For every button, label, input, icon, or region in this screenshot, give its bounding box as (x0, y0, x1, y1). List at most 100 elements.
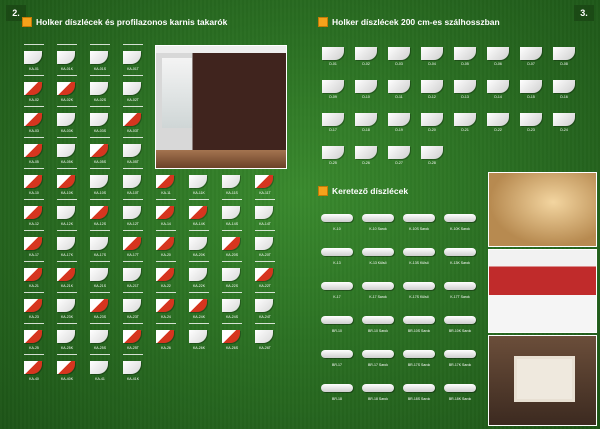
frame-profile-tile: K-17 (318, 278, 356, 299)
profile-code: KA-23T (127, 315, 139, 319)
profile-tile: KA-25K (55, 323, 79, 350)
long-profile-tile: D-21 (450, 112, 480, 132)
profile-code: KA-21K (60, 284, 74, 288)
frame-profile-tile: BR-17 (318, 346, 356, 367)
profile-tile: KA-01S (88, 44, 112, 71)
profile-tile: KA-21 (22, 261, 46, 288)
profile-tile: KA-17T (121, 230, 145, 257)
long-profile-tile: D-01 (318, 46, 348, 66)
profile-code: KA-24K (192, 315, 206, 319)
profile-code: D-14 (494, 95, 502, 99)
profile-tile: KA-25S (88, 323, 112, 350)
frame-profile-tile: K-17T Sarok (441, 278, 479, 299)
frame-profile-tile: K-13 Külső (359, 244, 397, 265)
profile-code: KA-25T (127, 346, 139, 350)
long-profile-tile: D-14 (483, 79, 513, 99)
long-profile-tile: D-24 (549, 112, 579, 132)
profile-tile: KA-12S (88, 199, 112, 226)
profile-code: D-05 (461, 62, 469, 66)
room-photo-ceiling (488, 172, 597, 247)
profile-tile: KA-05 (22, 137, 46, 164)
profile-tile: KA-24S (220, 292, 244, 319)
bullet-icon (318, 17, 328, 27)
profile-code: KA-21T (127, 284, 139, 288)
profile-code: D-13 (461, 95, 469, 99)
profile-code: KA-22S (225, 284, 239, 288)
frame-profile-tile: K-13S Külső (400, 244, 438, 265)
long-profile-tile: D-27 (384, 145, 414, 165)
profile-code: KA-20T (259, 253, 271, 257)
profile-code: D-08 (560, 62, 568, 66)
profile-code: BR-17K Sarok (448, 363, 472, 367)
profile-tile: KA-20T (253, 230, 277, 257)
profile-code: KA-03T (127, 129, 139, 133)
bullet-icon (22, 17, 32, 27)
profile-code: BR-18S Sarok (407, 397, 431, 401)
long-profile-tile: D-28 (417, 145, 447, 165)
room-photo-framed-wall (488, 335, 597, 426)
profile-code: K-13K Sarok (450, 261, 470, 265)
profile-code: KA-02 (29, 98, 39, 102)
profile-tile: KA-14S (220, 199, 244, 226)
bullet-icon (318, 186, 328, 196)
profile-code: BR-18 (332, 397, 342, 401)
profile-code: KA-14S (225, 222, 239, 226)
profile-code: K-17S Külső (409, 295, 429, 299)
profile-code: D-15 (527, 95, 535, 99)
profile-code: KA-14 (161, 222, 171, 226)
profile-code: KA-12T (127, 222, 139, 226)
profile-tile: KA-05S (88, 137, 112, 164)
profile-tile: KA-40K (55, 354, 79, 381)
profile-tile: KA-23T (121, 292, 145, 319)
profile-code: KA-02K (60, 98, 74, 102)
long-profile-tile: D-13 (450, 79, 480, 99)
frame-profile-tile: BR-18S Sarok (400, 380, 438, 401)
profile-code: BR-18 Sarok (367, 397, 389, 401)
long-profile-tile: D-22 (483, 112, 513, 132)
profile-code: KA-11S (226, 191, 238, 195)
profile-code: KA-22 (161, 284, 171, 288)
profile-code: K-13S Külső (409, 261, 429, 265)
profile-code: K-10 Sarok (369, 227, 387, 231)
profile-code: KA-21S (93, 284, 107, 288)
profile-code: KA-01T (127, 67, 139, 71)
profile-code: KA-05 (29, 160, 39, 164)
long-profile-tile: D-06 (483, 46, 513, 66)
profile-code: KA-11K (193, 191, 205, 195)
long-profile-tile: D-15 (516, 79, 546, 99)
profile-code: BR-10 (332, 329, 342, 333)
profile-code: D-07 (527, 62, 535, 66)
profile-code: K-17T Sarok (450, 295, 470, 299)
profile-code: K-13 Külső (369, 261, 387, 265)
profile-tile: KA-20 (154, 230, 178, 257)
profile-code: KA-41K (126, 377, 140, 381)
profile-code: KA-20 (161, 253, 171, 257)
frame-profile-tile: BR-18 (318, 380, 356, 401)
profile-code: D-19 (395, 128, 403, 132)
profile-code: KA-20K (192, 253, 206, 257)
profile-code: BR-10S Sarok (407, 329, 431, 333)
profile-tile: KA-22S (220, 261, 244, 288)
long-profile-tile: D-08 (549, 46, 579, 66)
profile-tile: KA-10S (88, 168, 112, 195)
profile-code: BR-18K Sarok (448, 397, 472, 401)
profile-code: KA-02T (127, 98, 139, 102)
frame-profile-tile: K-10 Sarok (359, 210, 397, 231)
profile-tile: KA-10T (121, 168, 145, 195)
profile-code: KA-17 (29, 253, 39, 257)
profile-code: D-10 (362, 95, 370, 99)
profile-tile: KA-25 (22, 323, 46, 350)
profile-code: KA-25S (93, 346, 107, 350)
profile-code: BR-10 Sarok (367, 329, 389, 333)
profile-code: KA-24 (161, 315, 171, 319)
profile-code: KA-11T (259, 191, 271, 195)
profile-code: K-13 (333, 261, 341, 265)
profile-tile: KA-03S (88, 106, 112, 133)
profile-tile: KA-14T (253, 199, 277, 226)
profile-tile: KA-05T (121, 137, 145, 164)
profile-code: D-25 (329, 161, 337, 165)
long-profile-tile: D-11 (384, 79, 414, 99)
frame-profile-tile: BR-18K Sarok (441, 380, 479, 401)
profile-code: KA-23K (60, 315, 74, 319)
frame-section-title: Keretező díszlécek (318, 186, 408, 196)
